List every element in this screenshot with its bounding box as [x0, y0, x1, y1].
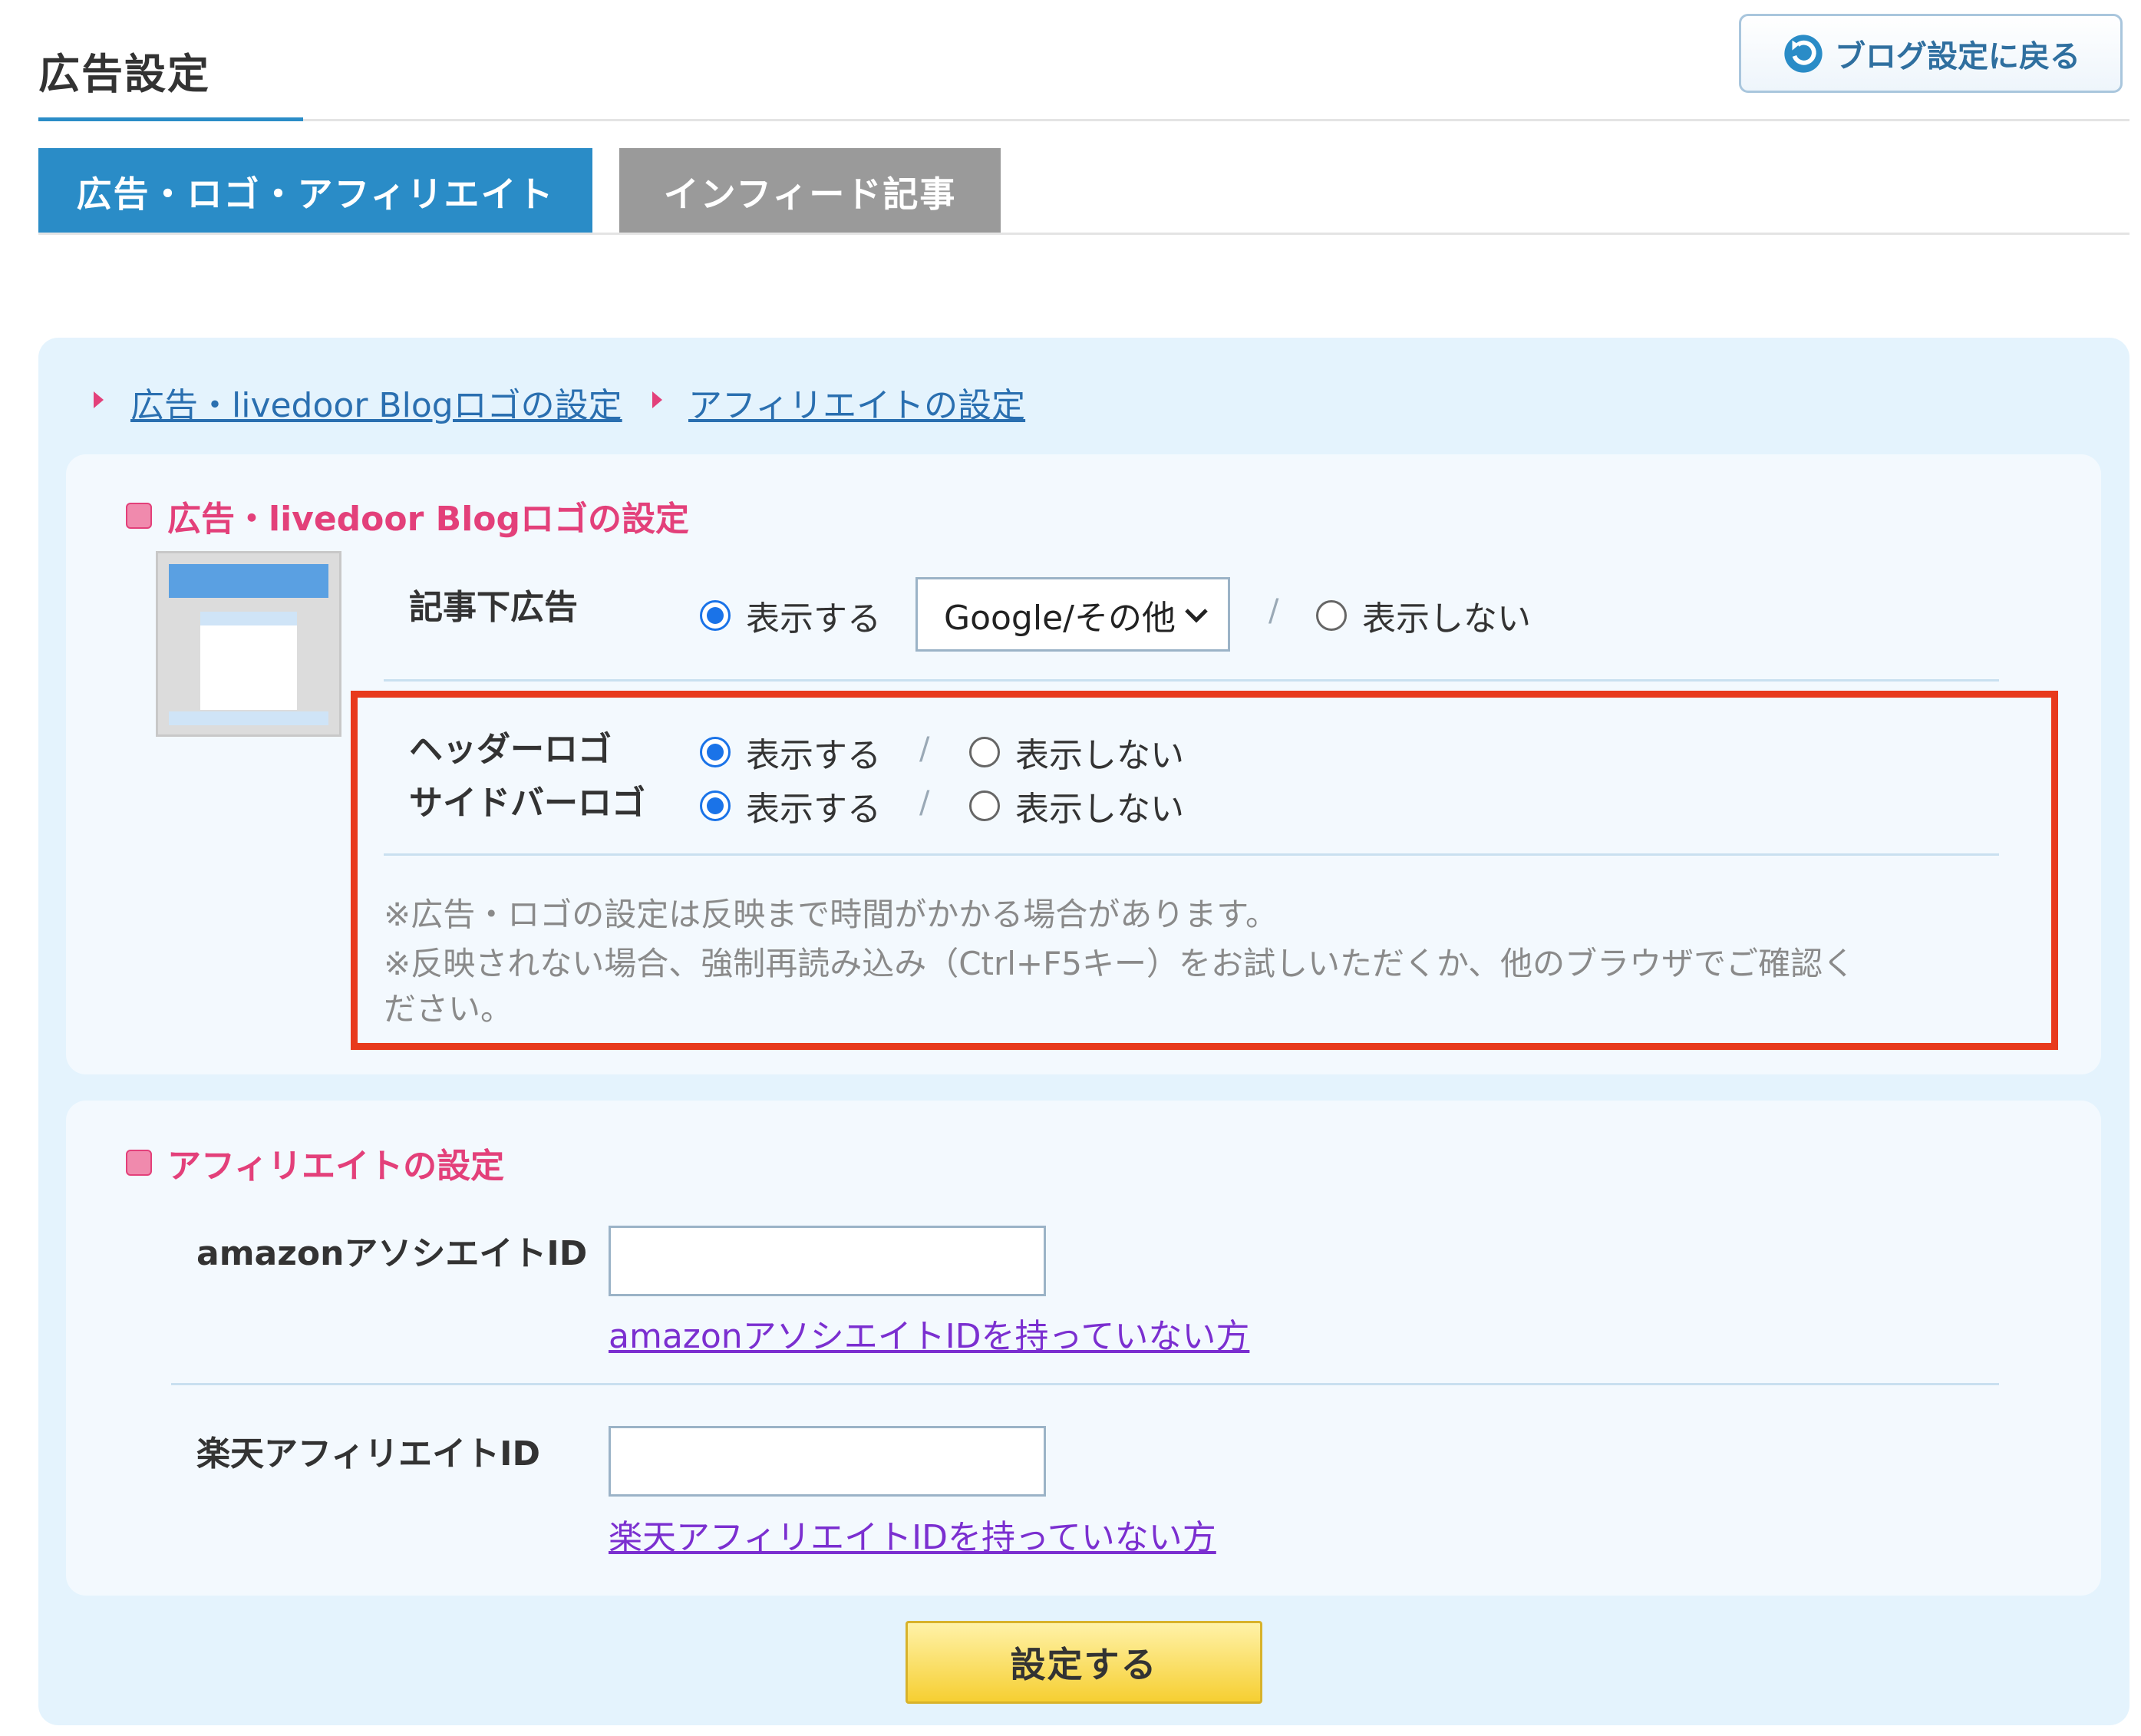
- article-ad-show-radio[interactable]: [700, 600, 731, 631]
- article-ad-hide-label: 表示しない: [1362, 599, 1531, 639]
- ad-provider-select[interactable]: Google/その他: [915, 577, 1230, 652]
- square-bullet-icon: [126, 503, 152, 529]
- article-ad-label: 記事下広告: [409, 588, 578, 627]
- square-bullet-icon: [126, 1150, 152, 1176]
- chevron-down-icon: [1185, 608, 1208, 623]
- article-ad-hide-radio[interactable]: [1316, 600, 1347, 631]
- anchor-arrow-icon: [652, 391, 662, 408]
- thumb-content: [200, 625, 297, 710]
- thumb-footer: [169, 711, 328, 725]
- back-to-blog-settings-button[interactable]: ブログ設定に戻る: [1739, 14, 2123, 93]
- title-rule: [303, 119, 2129, 121]
- amazon-id-label: amazonアソシエイトID: [196, 1234, 588, 1273]
- separator: /: [1268, 593, 1279, 629]
- anchor-link-affiliate[interactable]: アフィリエイトの設定: [688, 378, 1025, 427]
- title-underline: [38, 117, 303, 121]
- ad-logo-heading-text: 広告・livedoor Blogロゴの設定: [167, 500, 690, 539]
- rakuten-id-input[interactable]: [609, 1426, 1046, 1497]
- anchor-arrow-icon: [94, 391, 104, 408]
- rakuten-id-label: 楽天アフィリエイトID: [196, 1434, 541, 1474]
- amazon-no-id-link[interactable]: amazonアソシエイトIDを持っていない方: [609, 1309, 1249, 1358]
- submit-button[interactable]: 設定する: [906, 1621, 1262, 1704]
- tab-infeed-articles[interactable]: インフィード記事: [619, 148, 1001, 235]
- affiliate-section-heading: アフィリエイトの設定: [126, 1138, 504, 1187]
- rakuten-no-id-link[interactable]: 楽天アフィリエイトIDを持っていない方: [609, 1510, 1216, 1559]
- tab-ads-logo-affiliate[interactable]: 広告・ロゴ・アフィリエイト: [38, 148, 592, 235]
- row-divider: [384, 679, 1999, 682]
- ad-provider-value: Google/その他: [944, 598, 1176, 638]
- back-button-label: ブログ設定に戻る: [1835, 38, 2080, 74]
- layout-thumbnail: [156, 551, 341, 737]
- anchor-link-ads-logo[interactable]: 広告・livedoor Blogロゴの設定: [130, 378, 622, 427]
- tab-rule: [38, 233, 2129, 235]
- row-divider: [171, 1383, 1999, 1385]
- thumb-header: [169, 564, 328, 598]
- page-title: 広告設定: [38, 50, 210, 98]
- ad-logo-section-heading: 広告・livedoor Blogロゴの設定: [126, 491, 689, 540]
- thumb-bar: [200, 612, 297, 625]
- return-arrow-icon: [1784, 34, 1823, 73]
- highlight-box: [351, 691, 2058, 1050]
- article-ad-hide-option[interactable]: 表示しない: [1316, 591, 1531, 640]
- article-ad-show-option[interactable]: 表示する: [700, 591, 881, 640]
- article-ad-show-label: 表示する: [746, 599, 881, 639]
- affiliate-heading-text: アフィリエイトの設定: [167, 1147, 505, 1186]
- amazon-id-input[interactable]: [609, 1226, 1046, 1296]
